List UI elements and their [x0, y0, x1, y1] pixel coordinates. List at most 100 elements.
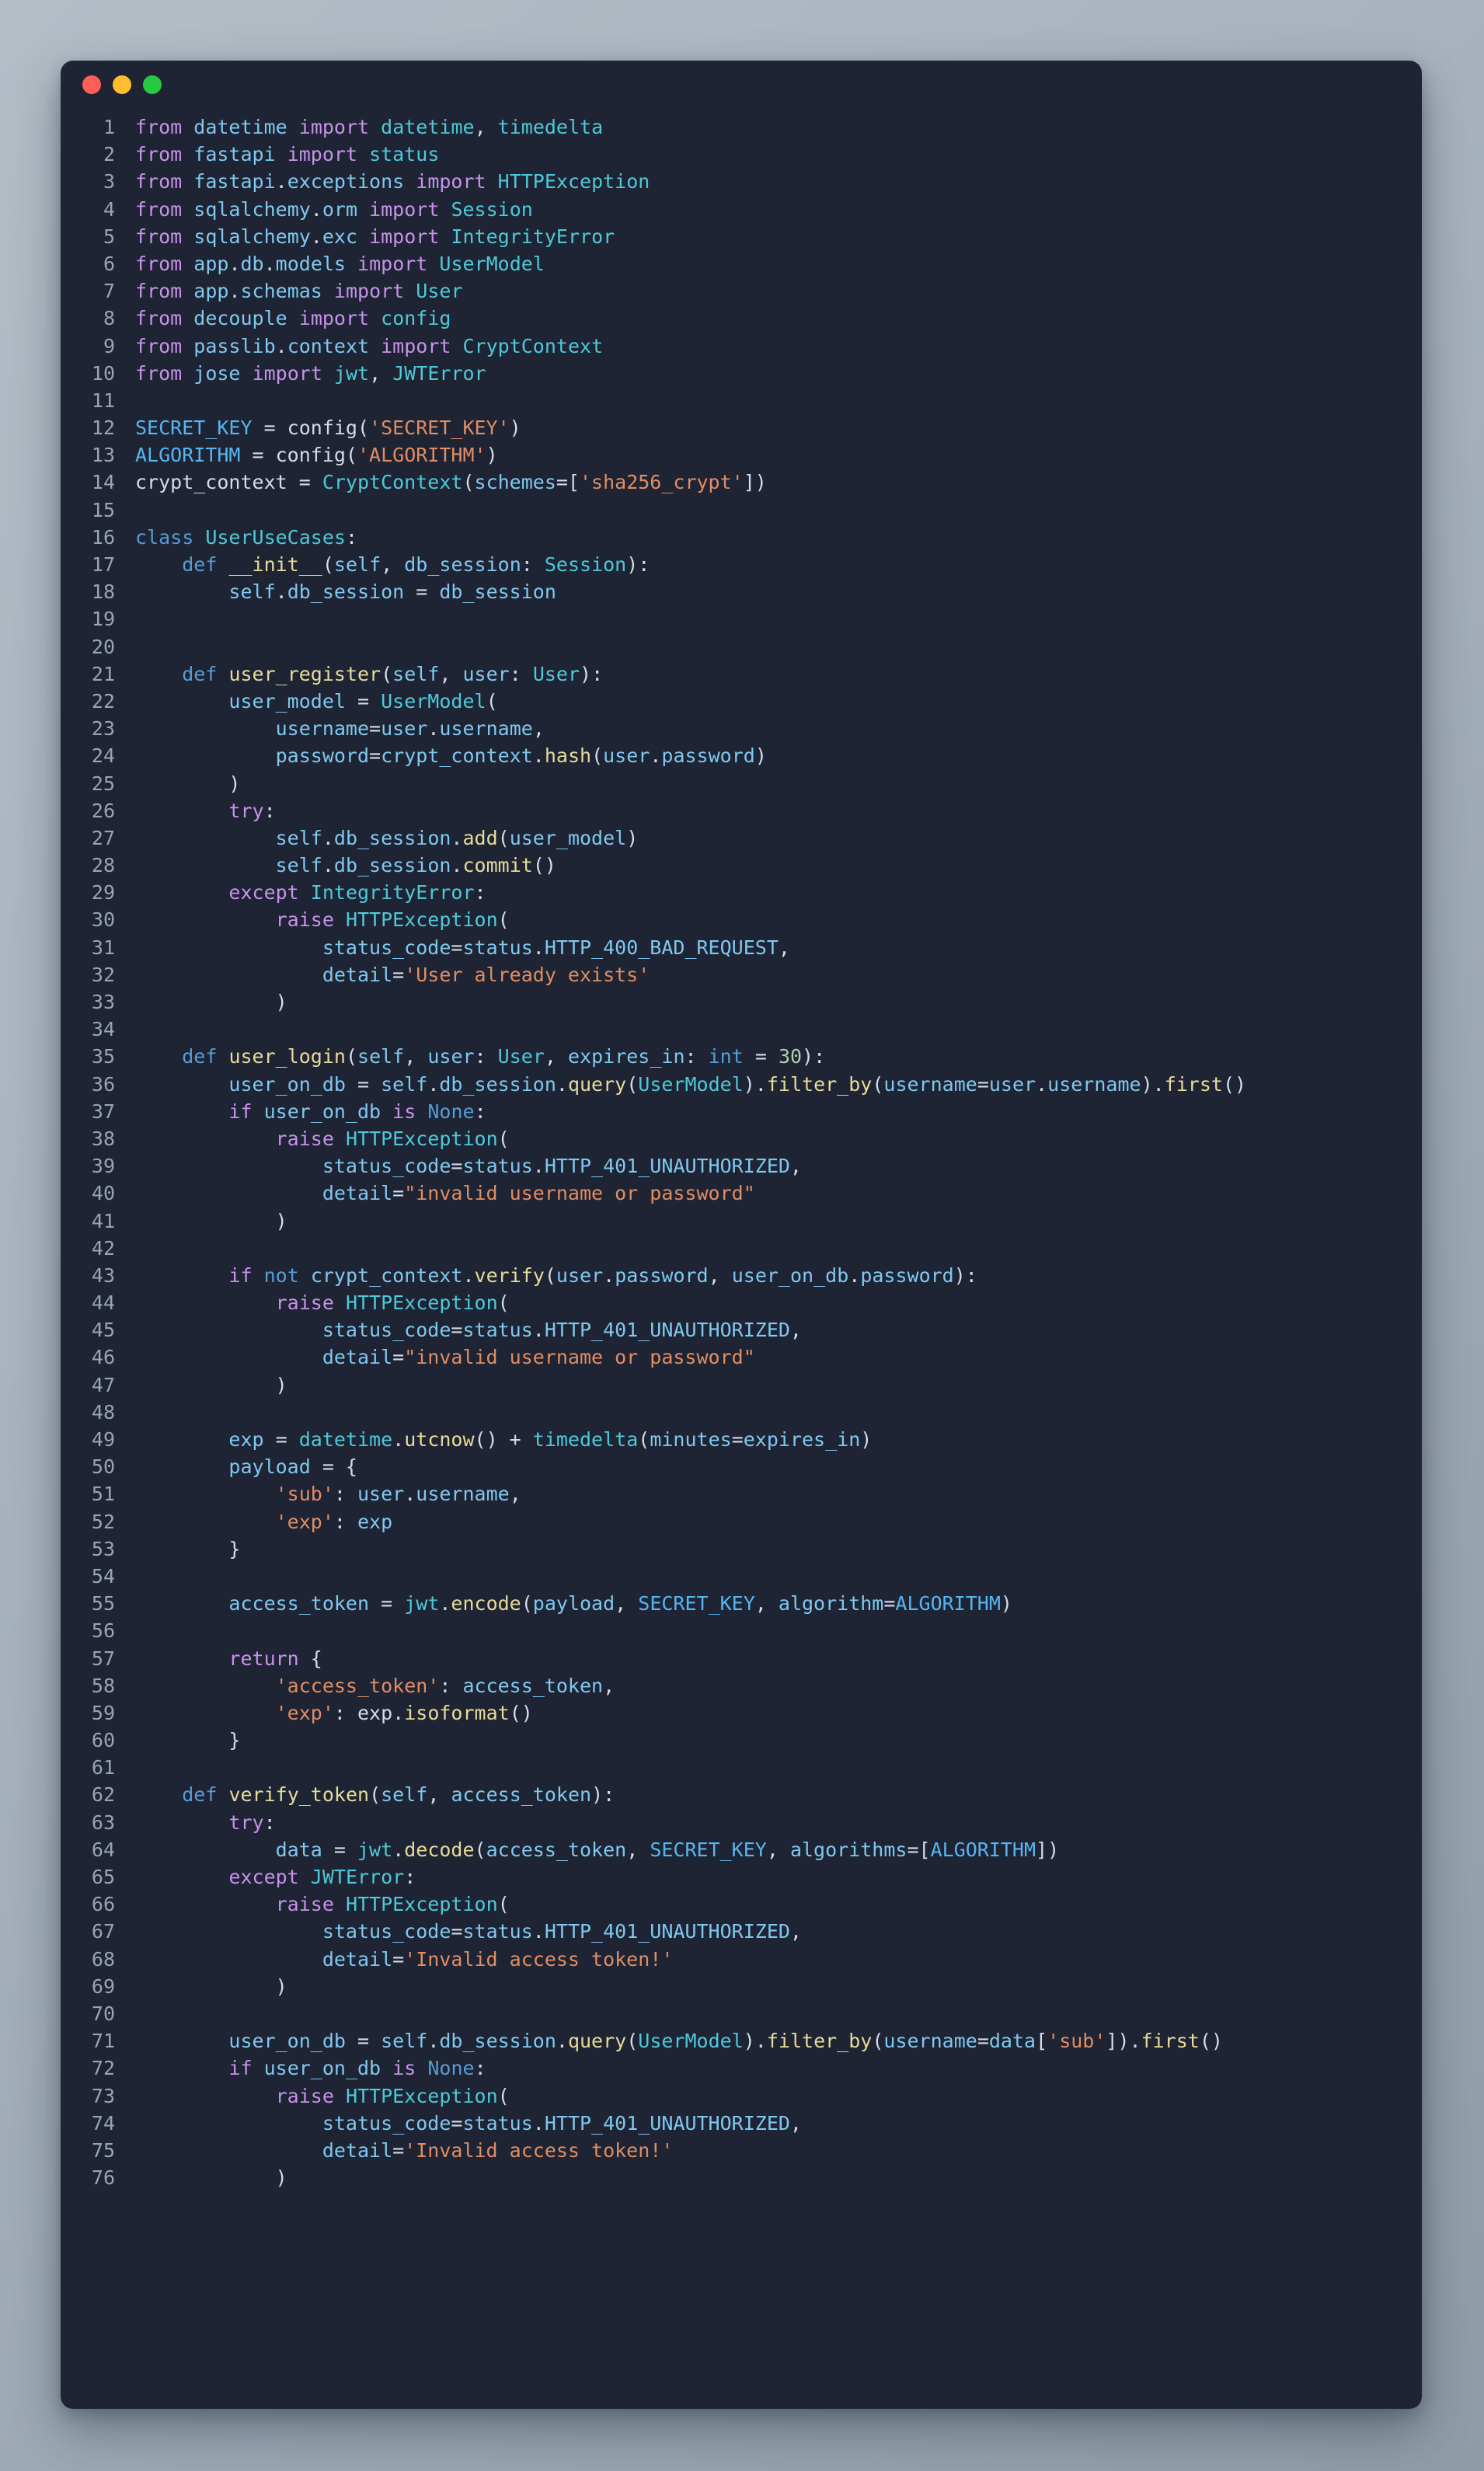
maximize-window-button[interactable] [143, 75, 162, 94]
code-line[interactable]: 68 detail='Invalid access token!' [61, 1946, 1422, 1973]
code-line-text[interactable]: from app.schemas import User [135, 277, 463, 305]
code-line-text[interactable]: 'access_token': access_token, [135, 1672, 615, 1699]
code-line[interactable]: 54 [61, 1563, 1422, 1590]
code-line-text[interactable]: self.db_session.add(user_model) [135, 824, 639, 852]
code-line-text[interactable]: ) [135, 1208, 287, 1235]
code-line-text[interactable]: raise HTTPException( [135, 1289, 510, 1316]
code-line[interactable]: 46 detail="invalid username or password" [61, 1344, 1422, 1371]
code-line[interactable]: 9 from passlib.context import CryptContex… [61, 333, 1422, 360]
code-line-text[interactable]: user_on_db = self.db_session.query(UserM… [135, 1071, 1246, 1098]
code-line-text[interactable]: except JWTError: [135, 1863, 416, 1891]
code-line[interactable]: 1 from datetime import datetime, timedelt… [61, 113, 1422, 141]
code-line[interactable]: 28 self.db_session.commit() [61, 852, 1422, 879]
code-line[interactable]: 24 password=crypt_context.hash(user.pass… [61, 742, 1422, 769]
code-line-text[interactable]: from passlib.context import CryptContext [135, 333, 603, 360]
code-line-text[interactable]: self.db_session.commit() [135, 852, 556, 879]
code-line[interactable]: 30 raise HTTPException( [61, 906, 1422, 933]
code-line-text[interactable]: ) [135, 770, 240, 797]
code-line[interactable]: 20 [61, 633, 1422, 660]
code-line-text[interactable]: def user_register(self, user: User): [135, 660, 603, 688]
code-line-text[interactable]: 'sub': user.username, [135, 1480, 521, 1507]
code-line[interactable]: 48 [61, 1399, 1422, 1426]
code-line[interactable]: 6 from app.db.models import UserModel [61, 250, 1422, 277]
code-line-text[interactable]: if user_on_db is None: [135, 2055, 486, 2082]
code-line[interactable]: 64 data = jwt.decode(access_token, SECRE… [61, 1836, 1422, 1863]
code-line-text[interactable]: def user_login(self, user: User, expires… [135, 1043, 825, 1070]
code-line[interactable]: 32 detail='User already exists' [61, 961, 1422, 988]
code-line-text[interactable]: def verify_token(self, access_token): [135, 1781, 615, 1808]
code-line[interactable]: 40 detail="invalid username or password" [61, 1180, 1422, 1207]
code-line-text[interactable]: user_model = UserModel( [135, 688, 497, 715]
code-line-text[interactable]: from app.db.models import UserModel [135, 250, 545, 277]
code-line[interactable]: 67 status_code=status.HTTP_401_UNAUTHORI… [61, 1918, 1422, 1945]
code-line[interactable]: 45 status_code=status.HTTP_401_UNAUTHORI… [61, 1316, 1422, 1344]
code-line[interactable]: 22 user_model = UserModel( [61, 688, 1422, 715]
code-line[interactable]: 62 def verify_token(self, access_token): [61, 1781, 1422, 1808]
code-line[interactable]: 41 ) [61, 1208, 1422, 1235]
code-line[interactable]: 35 def user_login(self, user: User, expi… [61, 1043, 1422, 1070]
code-line[interactable]: 18 self.db_session = db_session [61, 578, 1422, 605]
code-line[interactable]: 60 } [61, 1727, 1422, 1754]
code-line[interactable]: 57 return { [61, 1645, 1422, 1672]
code-line-text[interactable]: ALGORITHM = config('ALGORITHM') [135, 441, 498, 469]
code-line[interactable]: 37 if user_on_db is None: [61, 1098, 1422, 1125]
code-line[interactable]: 56 [61, 1617, 1422, 1644]
code-line-text[interactable]: exp = datetime.utcnow() + timedelta(minu… [135, 1426, 872, 1453]
code-line-text[interactable]: ) [135, 1371, 287, 1399]
code-line[interactable]: 43 if not crypt_context.verify(user.pass… [61, 1262, 1422, 1289]
code-line[interactable]: 70 [61, 2000, 1422, 2027]
code-line[interactable]: 61 [61, 1754, 1422, 1781]
code-line[interactable]: 15 [61, 497, 1422, 524]
code-line[interactable]: 25 ) [61, 770, 1422, 797]
code-line-text[interactable]: 'exp': exp [135, 1508, 393, 1535]
code-line[interactable]: 50 payload = { [61, 1453, 1422, 1480]
code-line[interactable]: 74 status_code=status.HTTP_401_UNAUTHORI… [61, 2110, 1422, 2137]
code-line-text[interactable]: from fastapi.exceptions import HTTPExcep… [135, 168, 650, 195]
code-line[interactable]: 76 ) [61, 2164, 1422, 2191]
code-line[interactable]: 29 except IntegrityError: [61, 879, 1422, 906]
code-line[interactable]: 44 raise HTTPException( [61, 1289, 1422, 1316]
code-line[interactable]: 31 status_code=status.HTTP_400_BAD_REQUE… [61, 934, 1422, 961]
code-line-text[interactable]: password=crypt_context.hash(user.passwor… [135, 742, 767, 769]
code-line[interactable]: 33 ) [61, 988, 1422, 1016]
code-line-text[interactable]: detail="invalid username or password" [135, 1180, 755, 1207]
code-line-text[interactable]: detail='User already exists' [135, 961, 650, 988]
code-line[interactable]: 27 self.db_session.add(user_model) [61, 824, 1422, 852]
code-line-text[interactable]: from decouple import config [135, 305, 451, 332]
code-line[interactable]: 2 from fastapi import status [61, 141, 1422, 168]
code-line-text[interactable]: raise HTTPException( [135, 906, 510, 933]
code-line-text[interactable]: except IntegrityError: [135, 879, 486, 906]
code-line[interactable]: 26 try: [61, 797, 1422, 824]
code-line-text[interactable]: 'exp': exp.isoformat() [135, 1699, 533, 1727]
code-line-text[interactable]: if user_on_db is None: [135, 1098, 486, 1125]
code-line-text[interactable]: access_token = jwt.encode(payload, SECRE… [135, 1590, 1012, 1617]
code-line[interactable]: 71 user_on_db = self.db_session.query(Us… [61, 2027, 1422, 2055]
code-line-text[interactable]: crypt_context = CryptContext(schemes=['s… [135, 469, 767, 496]
minimize-window-button[interactable] [113, 75, 131, 94]
close-window-button[interactable] [82, 75, 101, 94]
code-line-text[interactable]: from sqlalchemy.orm import Session [135, 196, 533, 223]
code-line-text[interactable]: from sqlalchemy.exc import IntegrityErro… [135, 223, 615, 250]
code-line-text[interactable]: } [135, 1535, 240, 1563]
code-line[interactable]: 4 from sqlalchemy.orm import Session [61, 196, 1422, 223]
code-line[interactable]: 8 from decouple import config [61, 305, 1422, 332]
code-line[interactable]: 5 from sqlalchemy.exc import IntegrityErr… [61, 223, 1422, 250]
code-line[interactable]: 55 access_token = jwt.encode(payload, SE… [61, 1590, 1422, 1617]
code-line[interactable]: 47 ) [61, 1371, 1422, 1399]
code-line-text[interactable]: try: [135, 797, 275, 824]
code-line-text[interactable]: if not crypt_context.verify(user.passwor… [135, 1262, 977, 1289]
code-line[interactable]: 39 status_code=status.HTTP_401_UNAUTHORI… [61, 1152, 1422, 1180]
code-line-text[interactable]: data = jwt.decode(access_token, SECRET_K… [135, 1836, 1060, 1863]
code-line-text[interactable]: user_on_db = self.db_session.query(UserM… [135, 2027, 1223, 2055]
code-line[interactable]: 7 from app.schemas import User [61, 277, 1422, 305]
code-line-text[interactable]: detail='Invalid access token!' [135, 2137, 674, 2164]
code-line[interactable]: 53 } [61, 1535, 1422, 1563]
code-line[interactable]: 72 if user_on_db is None: [61, 2055, 1422, 2082]
code-line-text[interactable]: from jose import jwt, JWTError [135, 360, 486, 387]
code-line[interactable]: 75 detail='Invalid access token!' [61, 2137, 1422, 2164]
code-line[interactable]: 63 try: [61, 1809, 1422, 1836]
code-line[interactable]: 42 [61, 1235, 1422, 1262]
code-line[interactable]: 58 'access_token': access_token, [61, 1672, 1422, 1699]
code-line[interactable]: 59 'exp': exp.isoformat() [61, 1699, 1422, 1727]
code-line[interactable]: 49 exp = datetime.utcnow() + timedelta(m… [61, 1426, 1422, 1453]
